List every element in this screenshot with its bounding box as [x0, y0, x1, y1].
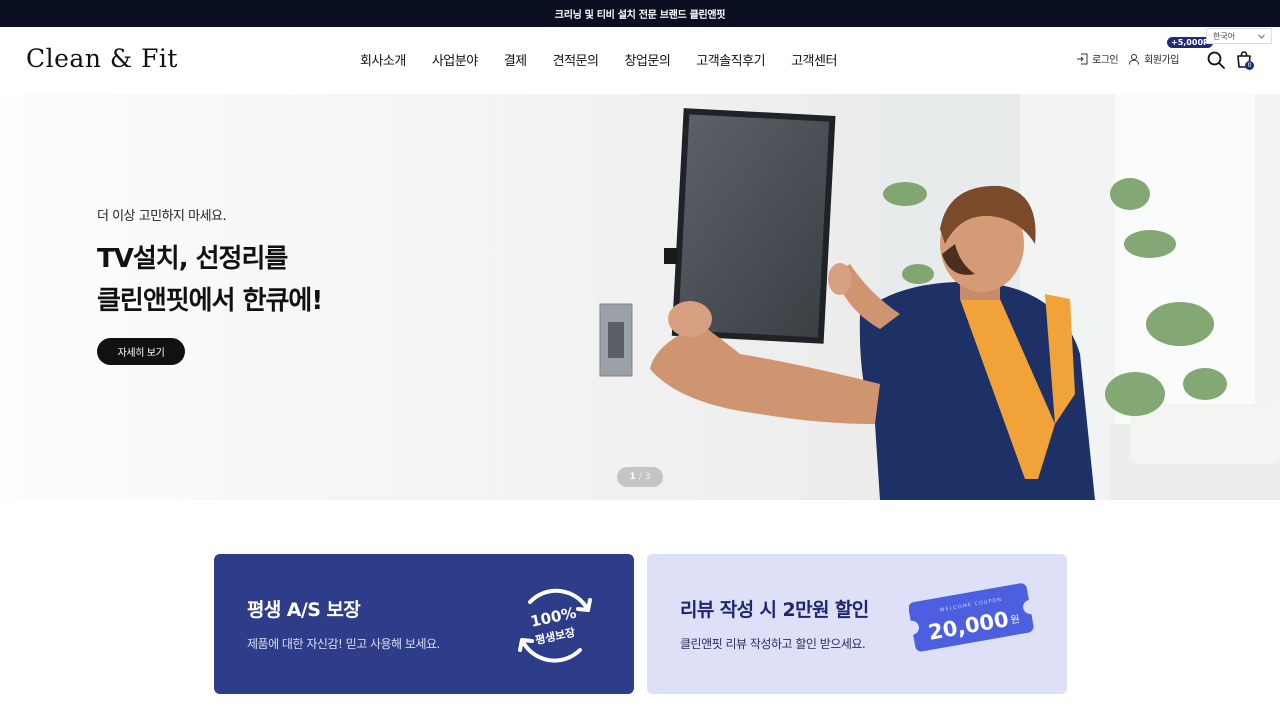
- promo-card-lifetime-as[interactable]: 평생 A/S 보장 제품에 대한 자신감! 믿고 사용해 보세요. 100% 평…: [214, 554, 634, 694]
- slide-current: 1: [629, 472, 636, 482]
- hero-details-button[interactable]: 자세히 보기: [97, 338, 185, 365]
- welcome-coupon-icon: WELCOME COUPON 20,000 원: [909, 583, 1034, 652]
- cart-count-badge: 0: [1245, 61, 1254, 70]
- hero-title-line1: TV설치, 선정리를: [97, 244, 288, 274]
- hero-banner: 더 이상 고민하지 마세요. TV설치, 선정리를 클린앤핏에서 한큐에! 자세…: [0, 94, 1280, 500]
- nav-item-support[interactable]: 고객센터: [791, 50, 837, 69]
- login-icon: [1077, 53, 1088, 64]
- nav-item-estimate[interactable]: 견적문의: [553, 50, 599, 69]
- signup-link[interactable]: 회원가입: [1128, 51, 1179, 66]
- nav-item-payment[interactable]: 결제: [504, 50, 527, 69]
- lifetime-guarantee-icon: 100% 평생보장: [518, 588, 592, 663]
- nav-item-company[interactable]: 회사소개: [360, 50, 406, 69]
- promo-card-description: 클린앤핏 리뷰 작성하고 할인 받으세요.: [680, 637, 866, 651]
- signup-label: 회원가입: [1144, 55, 1179, 66]
- announcement-text: 크리닝 및 티비 설치 전문 브랜드 클린앤핏: [554, 10, 726, 21]
- chevron-down-icon: [1258, 33, 1265, 39]
- promo-card-description: 제품에 대한 자신감! 믿고 사용해 보세요.: [247, 637, 440, 651]
- user-icon: [1129, 53, 1140, 65]
- promo-card-review-discount[interactable]: 리뷰 작성 시 2만원 할인 클린앤핏 리뷰 작성하고 할인 받으세요. WEL…: [647, 554, 1067, 694]
- search-icon[interactable]: [1206, 50, 1226, 70]
- slide-pager: 1 / 3: [617, 467, 663, 487]
- main-navigation: 회사소개 사업분야 결제 견적문의 창업문의 고객솔직후기 고객센터: [360, 50, 837, 69]
- promo-card-title: 리뷰 작성 시 2만원 할인: [680, 599, 869, 621]
- slide-separator: /: [638, 472, 642, 482]
- slide-total: 3: [644, 472, 651, 482]
- site-logo[interactable]: Clean & Fit: [26, 44, 178, 73]
- nav-item-business[interactable]: 사업분야: [432, 50, 478, 69]
- language-select[interactable]: 한국어: [1206, 28, 1272, 44]
- hero-title: TV설치, 선정리를 클린앤핏에서 한큐에!: [97, 238, 323, 322]
- utility-menu: 로그인 회원가입: [1076, 51, 1179, 66]
- login-link[interactable]: 로그인: [1076, 51, 1119, 66]
- login-label: 로그인: [1092, 55, 1119, 66]
- language-selected: 한국어: [1213, 31, 1236, 41]
- hero-subtitle: 더 이상 고민하지 마세요.: [97, 209, 227, 224]
- promo-card-title: 평생 A/S 보장: [247, 599, 361, 621]
- top-announcement-bar: 크리닝 및 티비 설치 전문 브랜드 클린앤핏: [0, 0, 1280, 27]
- site-header: Clean & Fit 회사소개 사업분야 결제 견적문의 창업문의 고객솔직후…: [0, 27, 1280, 94]
- hero-title-line2: 클린앤핏에서 한큐에!: [97, 286, 323, 316]
- nav-item-franchise[interactable]: 창업문의: [624, 50, 670, 69]
- nav-item-reviews[interactable]: 고객솔직후기: [696, 50, 765, 69]
